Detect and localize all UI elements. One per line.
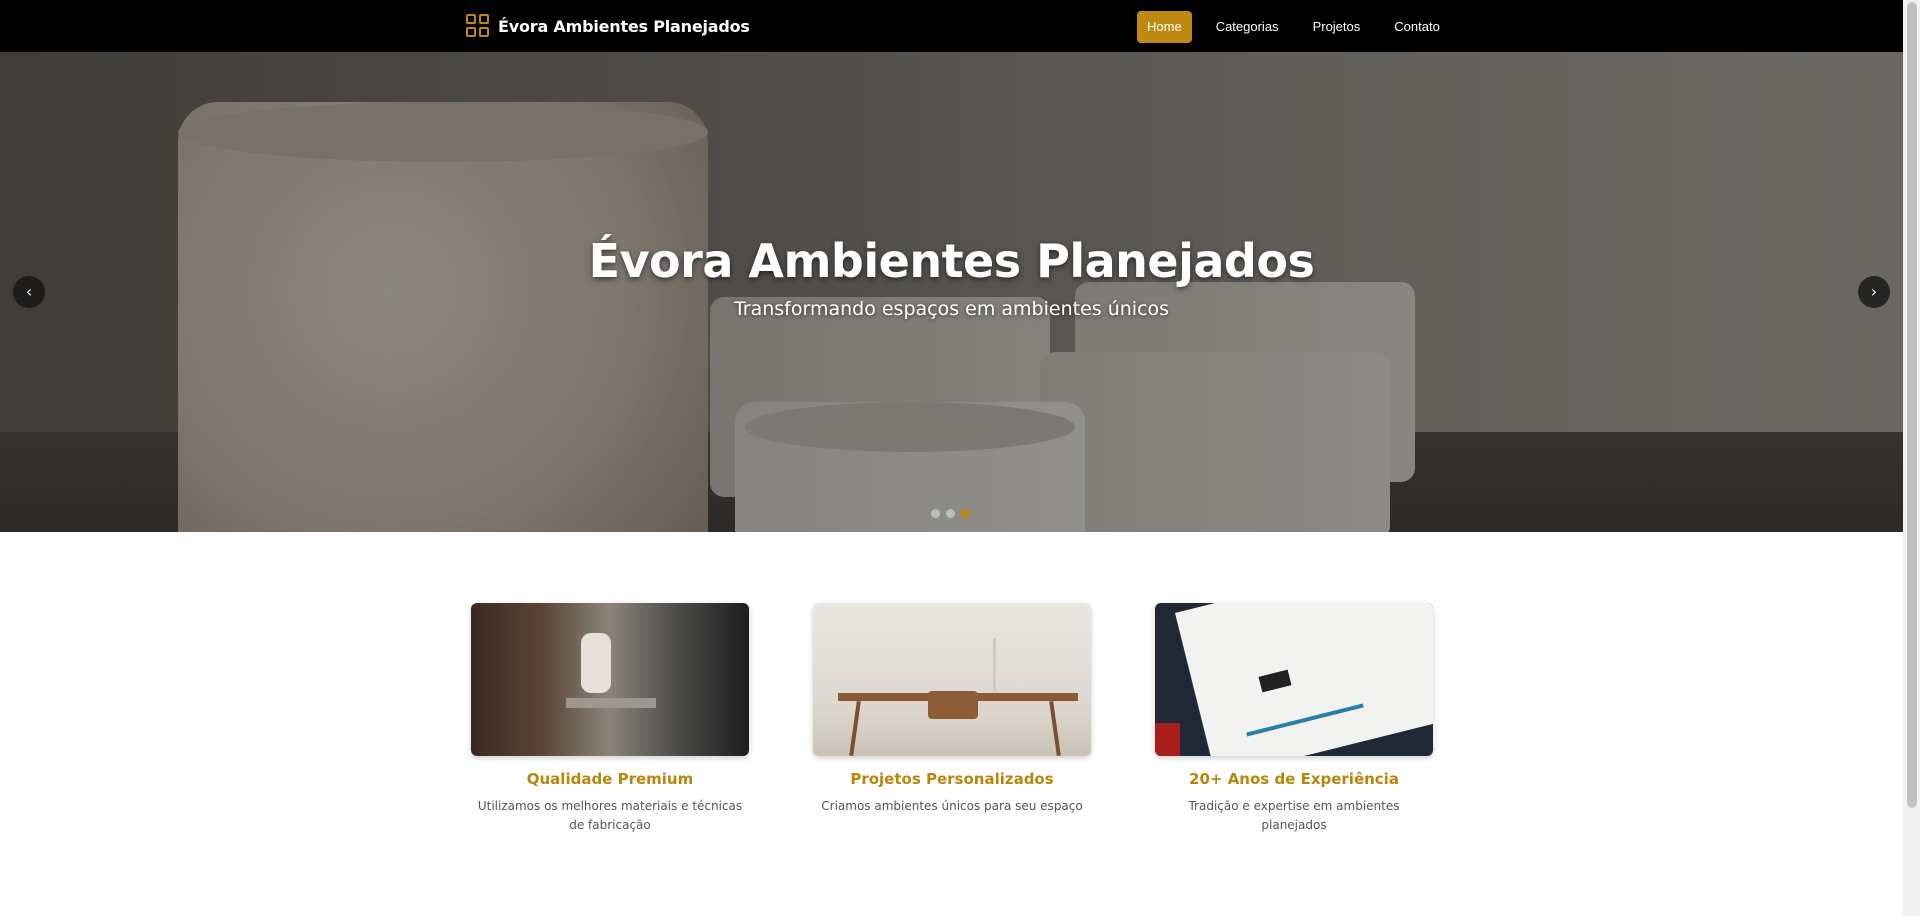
page-scrollbar[interactable]: [1903, 0, 1920, 916]
carousel-indicator-1[interactable]: [931, 509, 940, 518]
brand-link[interactable]: Évora Ambientes Planejados: [466, 14, 750, 38]
nav-contato[interactable]: Contato: [1384, 11, 1450, 43]
carousel-next-button[interactable]: ›: [1858, 276, 1890, 308]
carousel-indicator-2[interactable]: [946, 509, 955, 518]
hero-title: Évora Ambientes Planejados: [588, 234, 1315, 288]
carousel-indicators: [931, 509, 970, 518]
feature-image-desk: [813, 603, 1091, 756]
chevron-left-icon: ‹: [25, 282, 33, 301]
nav-home[interactable]: Home: [1137, 11, 1192, 43]
feature-card: Projetos Personalizados Criamos ambiente…: [813, 603, 1091, 835]
feature-text: Criamos ambientes únicos para seu espaço: [821, 799, 1083, 813]
chevron-right-icon: ›: [1870, 282, 1878, 301]
features-section: Qualidade Premium Utilizamos os melhores…: [471, 603, 1433, 835]
feature-text: Tradição e expertise em ambientes planej…: [1188, 799, 1400, 832]
feature-card: Qualidade Premium Utilizamos os melhores…: [471, 603, 749, 835]
carousel-indicator-3[interactable]: [961, 509, 970, 518]
feature-card: 20+ Anos de Experiência Tradição e exper…: [1155, 603, 1433, 835]
nav-categorias[interactable]: Categorias: [1206, 11, 1289, 43]
carousel-prev-button[interactable]: ‹: [13, 276, 45, 308]
hero-carousel: Évora Ambientes Planejados Transformando…: [0, 52, 1903, 532]
hero-subtitle: Transformando espaços em ambientes único…: [733, 298, 1170, 320]
feature-image-kitchen: [471, 603, 749, 756]
grid-icon: [466, 14, 490, 38]
scrollbar-thumb[interactable]: [1907, 2, 1917, 808]
navbar: Évora Ambientes Planejados Home Categori…: [0, 0, 1903, 52]
feature-title: 20+ Anos de Experiência: [1189, 770, 1399, 788]
nav-projetos[interactable]: Projetos: [1303, 11, 1371, 43]
brand-name: Évora Ambientes Planejados: [498, 16, 750, 36]
feature-title: Qualidade Premium: [526, 770, 694, 788]
nav-links: Home Categorias Projetos Contato: [1137, 11, 1450, 43]
feature-image-document: [1155, 603, 1433, 756]
feature-title: Projetos Personalizados: [850, 770, 1054, 788]
feature-text: Utilizamos os melhores materiais e técni…: [477, 799, 743, 832]
